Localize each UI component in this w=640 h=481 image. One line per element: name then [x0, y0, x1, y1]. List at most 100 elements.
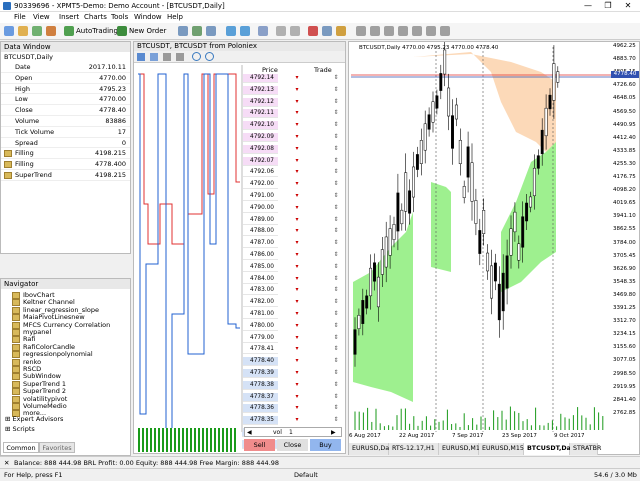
level-arrows-icon[interactable]: ⇕	[330, 239, 342, 248]
level-arrows-icon[interactable]: ⇕	[330, 216, 342, 225]
level-arrows-icon[interactable]: ⇕	[330, 74, 342, 83]
dom-columns-icon[interactable]	[176, 53, 184, 61]
dom-view-icon[interactable]	[150, 53, 158, 61]
dom-mode-icon[interactable]	[137, 53, 145, 61]
chart-tab[interactable]: BTCUSDT,Daily	[524, 443, 579, 455]
chart-tab[interactable]: EURUSD,M15	[479, 443, 524, 455]
level-arrows-icon[interactable]: ⇕	[330, 322, 342, 331]
trade-dropdown-icon[interactable]: ▾	[292, 192, 302, 201]
zoom-out-icon[interactable]	[240, 26, 250, 36]
level-arrows-icon[interactable]: ⇕	[330, 310, 342, 319]
menu-help[interactable]: Help	[167, 13, 183, 21]
menu-window[interactable]: Window	[134, 13, 162, 21]
fibonacci-icon[interactable]	[426, 26, 436, 36]
trade-dropdown-icon[interactable]: ▾	[292, 404, 302, 413]
menu-insert[interactable]: Insert	[59, 13, 79, 21]
trade-dropdown-icon[interactable]: ▾	[292, 275, 302, 284]
trade-dropdown-icon[interactable]: ▾	[292, 381, 302, 390]
minimize-button[interactable]: —	[578, 0, 598, 12]
trade-dropdown-icon[interactable]: ▾	[292, 157, 302, 166]
chart-tab[interactable]: EURUSD,M1	[439, 443, 480, 455]
level-arrows-icon[interactable]: ⇕	[330, 286, 342, 295]
candlestick-icon[interactable]	[192, 26, 202, 36]
restore-button[interactable]: ❐	[598, 0, 618, 12]
level-arrows-icon[interactable]: ⇕	[330, 145, 342, 154]
level-arrows-icon[interactable]: ⇕	[330, 227, 342, 236]
menu-tools[interactable]: Tools	[111, 13, 128, 21]
level-arrows-icon[interactable]: ⇕	[330, 357, 342, 366]
trade-dropdown-icon[interactable]: ▾	[292, 334, 302, 343]
trade-dropdown-icon[interactable]: ▾	[292, 310, 302, 319]
trade-dropdown-icon[interactable]: ▾	[292, 74, 302, 83]
volume-input[interactable]: 1	[289, 428, 293, 437]
trade-dropdown-icon[interactable]: ▾	[292, 227, 302, 236]
trade-dropdown-icon[interactable]: ▾	[292, 121, 302, 130]
level-arrows-icon[interactable]: ⇕	[330, 263, 342, 272]
periods-icon[interactable]	[322, 26, 332, 36]
level-arrows-icon[interactable]: ⇕	[330, 121, 342, 130]
trade-dropdown-icon[interactable]: ▾	[292, 86, 302, 95]
menu-view[interactable]: View	[33, 13, 50, 21]
profiles-icon[interactable]	[32, 26, 42, 36]
trade-dropdown-icon[interactable]: ▾	[292, 263, 302, 272]
dom-zoom-in-icon[interactable]	[192, 52, 201, 61]
autoscroll-icon[interactable]	[276, 26, 286, 36]
chart-tab[interactable]: STRATBR	[570, 443, 601, 455]
bar-chart-icon[interactable]	[178, 26, 188, 36]
chart-tab[interactable]: EURUSD,Daily	[349, 443, 396, 455]
trade-dropdown-icon[interactable]: ▾	[292, 393, 302, 402]
level-arrows-icon[interactable]: ⇕	[330, 369, 342, 378]
level-arrows-icon[interactable]: ⇕	[330, 275, 342, 284]
level-arrows-icon[interactable]: ⇕	[330, 109, 342, 118]
trade-dropdown-icon[interactable]: ▾	[292, 416, 302, 425]
line-chart-icon[interactable]	[206, 26, 216, 36]
zoom-in-icon[interactable]	[226, 26, 236, 36]
horizontal-line-icon[interactable]	[384, 26, 394, 36]
tile-windows-icon[interactable]	[258, 26, 268, 36]
vertical-line-icon[interactable]	[370, 26, 380, 36]
level-arrows-icon[interactable]: ⇕	[330, 381, 342, 390]
trendline-icon[interactable]	[398, 26, 408, 36]
tab-favorites[interactable]: Favorites	[39, 442, 75, 453]
close-button[interactable]: ✕	[618, 0, 638, 12]
volume-left-icon[interactable]: ◀	[247, 428, 252, 437]
menu-charts[interactable]: Charts	[84, 13, 107, 21]
volume-right-icon[interactable]: ▶	[331, 428, 336, 437]
level-arrows-icon[interactable]: ⇕	[330, 345, 342, 354]
menu-file[interactable]: File	[14, 13, 26, 21]
trade-dropdown-icon[interactable]: ▾	[292, 369, 302, 378]
chart-shift-icon[interactable]	[290, 26, 300, 36]
nav-section-expert-advisors[interactable]: ⊞ Expert Advisors	[5, 415, 63, 423]
new-chart-icon[interactable]	[4, 26, 14, 36]
trade-dropdown-icon[interactable]: ▾	[292, 345, 302, 354]
sell-button[interactable]: Sell	[244, 439, 275, 451]
level-arrows-icon[interactable]: ⇕	[330, 98, 342, 107]
trade-dropdown-icon[interactable]: ▾	[292, 133, 302, 142]
chart-tab[interactable]: RTS-12.17,H1	[389, 443, 439, 455]
level-arrows-icon[interactable]: ⇕	[330, 180, 342, 189]
trade-dropdown-icon[interactable]: ▾	[292, 98, 302, 107]
price-chart[interactable]	[351, 42, 613, 432]
trade-dropdown-icon[interactable]: ▾	[292, 322, 302, 331]
crosshair-icon[interactable]	[356, 26, 366, 36]
trade-dropdown-icon[interactable]: ▾	[292, 357, 302, 366]
indicators-icon[interactable]	[308, 26, 318, 36]
level-arrows-icon[interactable]: ⇕	[330, 192, 342, 201]
nav-section-scripts[interactable]: ⊞ Scripts	[5, 425, 35, 433]
level-arrows-icon[interactable]: ⇕	[330, 404, 342, 413]
level-arrows-icon[interactable]: ⇕	[330, 157, 342, 166]
dom-settings-icon[interactable]	[163, 53, 171, 61]
new-order-icon[interactable]	[117, 26, 127, 36]
trade-dropdown-icon[interactable]: ▾	[292, 251, 302, 260]
level-arrows-icon[interactable]: ⇕	[330, 251, 342, 260]
trade-dropdown-icon[interactable]: ▾	[292, 109, 302, 118]
level-arrows-icon[interactable]: ⇕	[330, 298, 342, 307]
trade-dropdown-icon[interactable]: ▾	[292, 298, 302, 307]
close-position-button[interactable]: Close	[277, 439, 308, 451]
channel-icon[interactable]	[412, 26, 422, 36]
level-arrows-icon[interactable]: ⇕	[330, 133, 342, 142]
dom-zoom-out-icon[interactable]	[205, 52, 214, 61]
tab-common[interactable]: Common	[3, 442, 39, 453]
open-icon[interactable]	[18, 26, 28, 36]
level-arrows-icon[interactable]: ⇕	[330, 334, 342, 343]
